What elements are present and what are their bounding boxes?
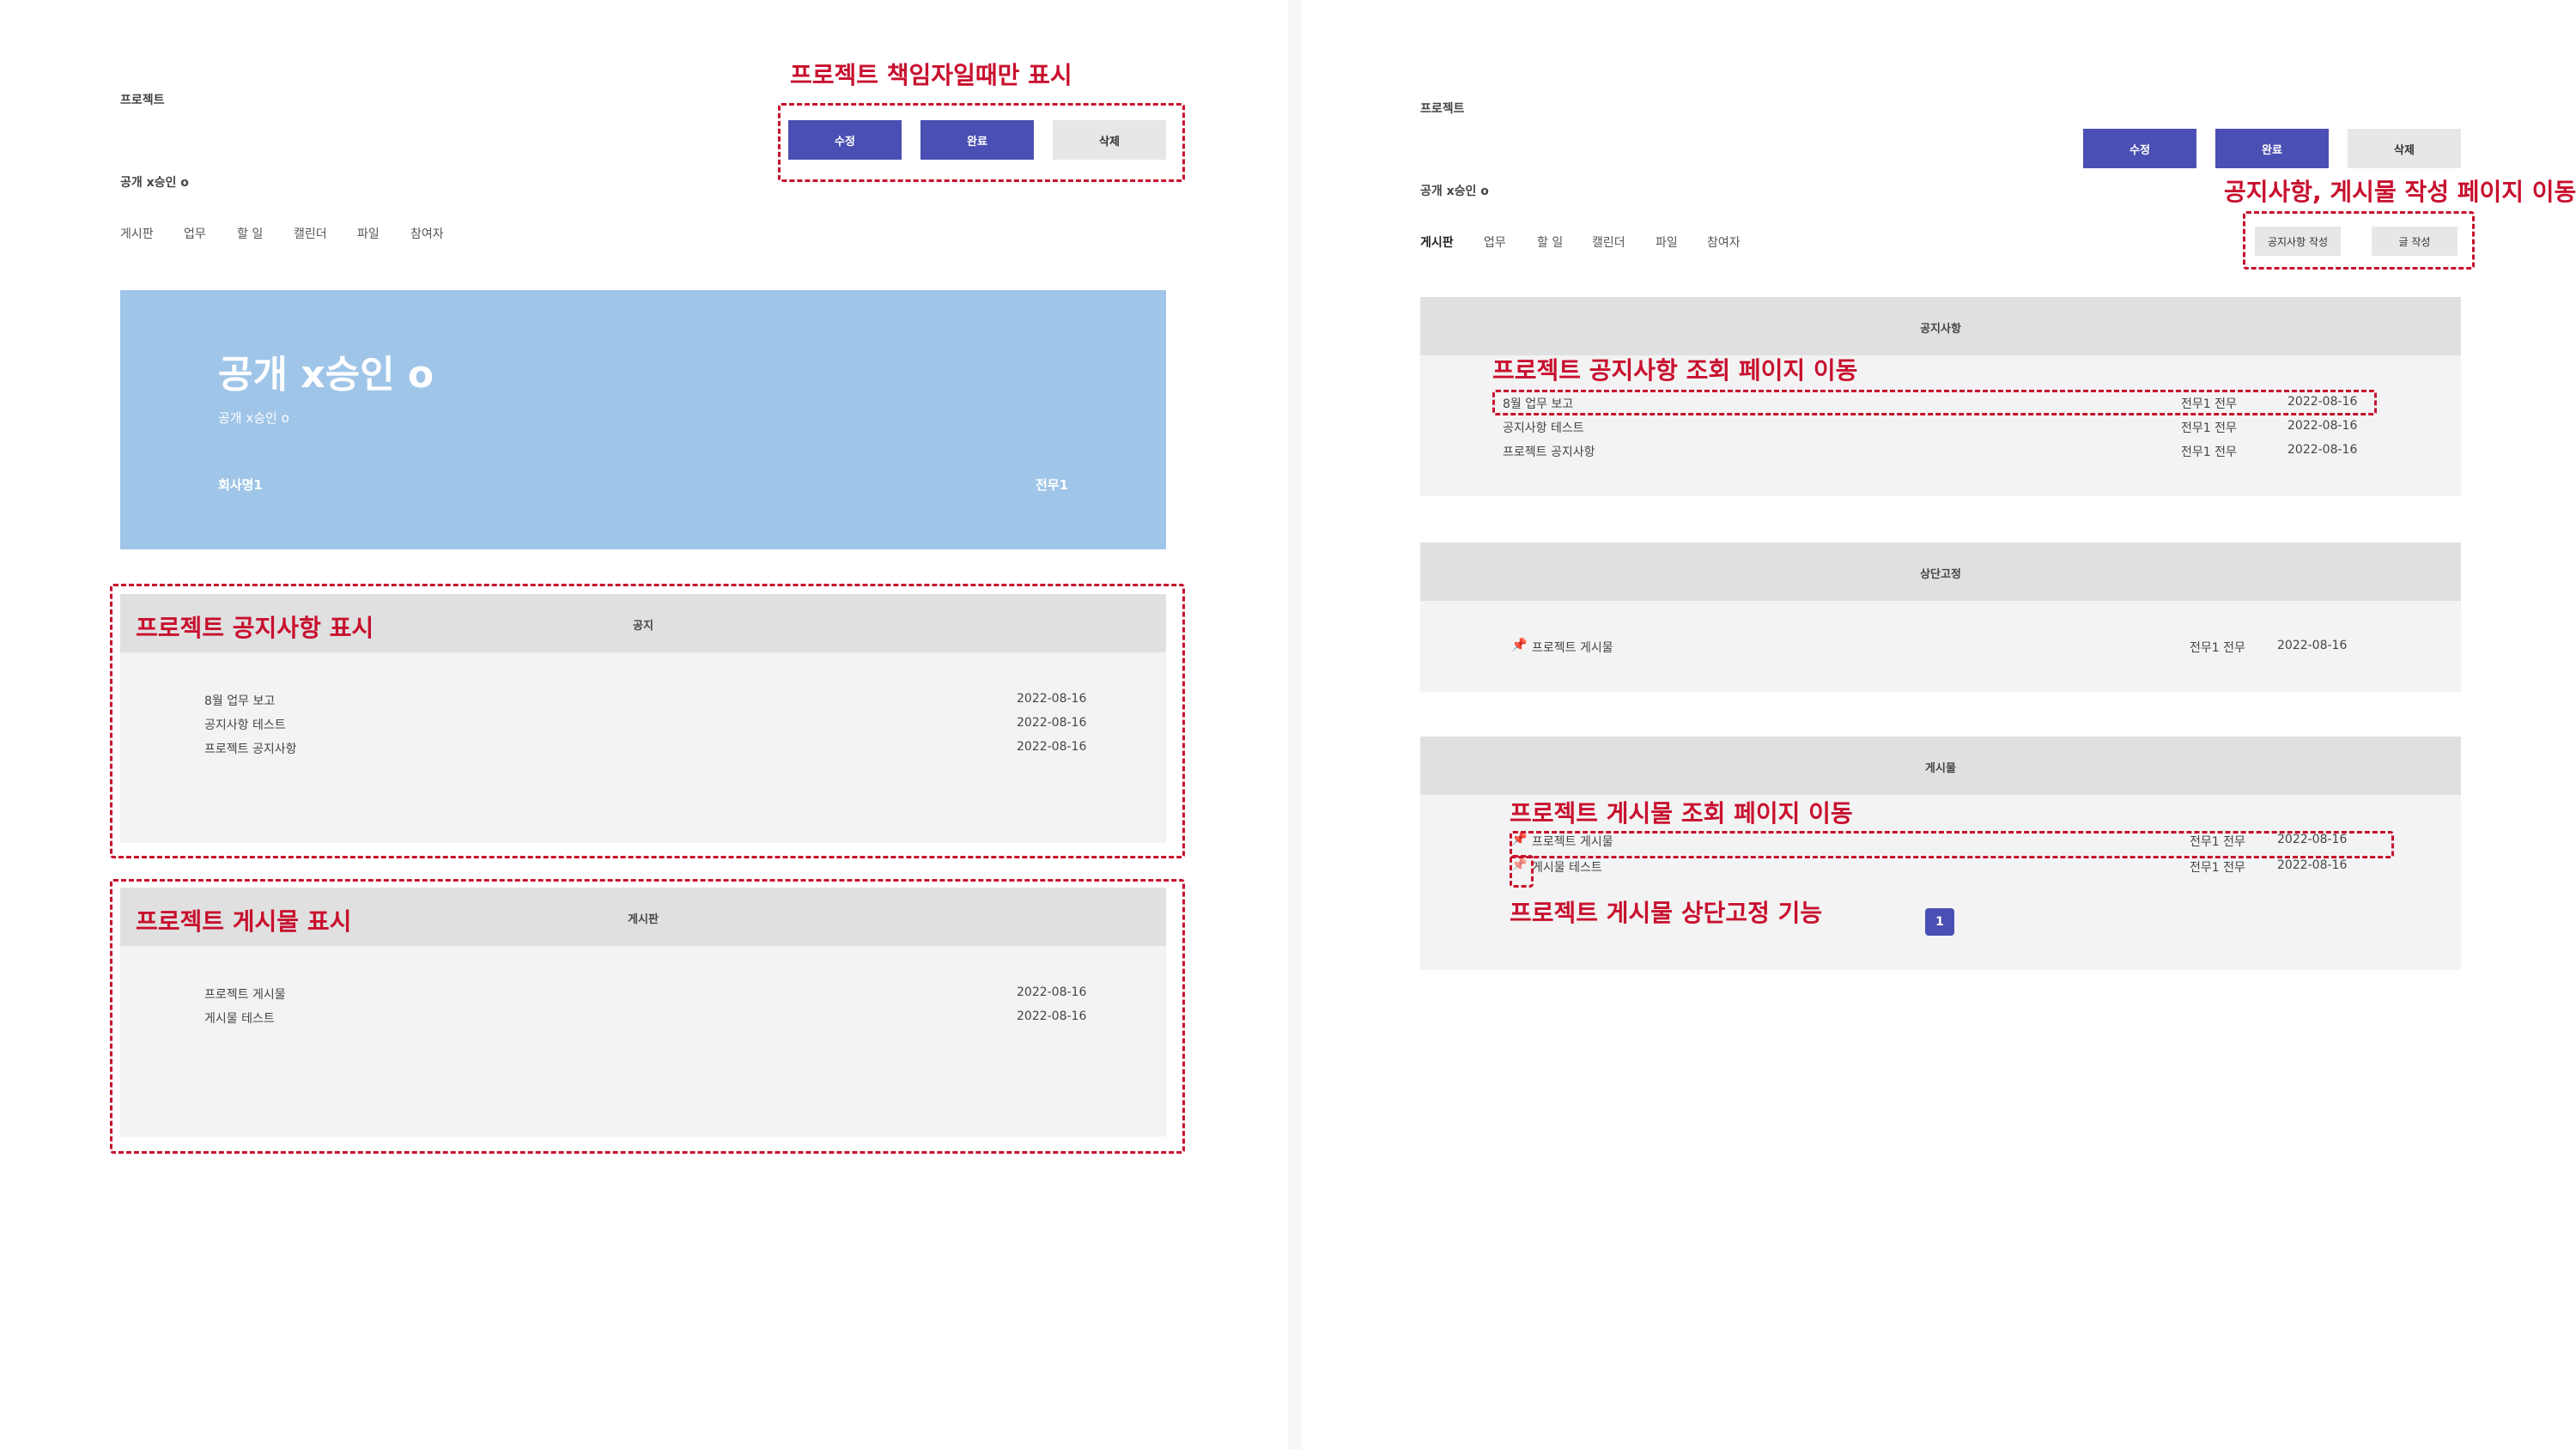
annotation-pin-feature: 프로젝트 게시물 상단고정 기능 (1510, 899, 1823, 927)
tab-participants[interactable]: 참여자 (1707, 233, 1741, 251)
pushpin-icon[interactable]: 📌 (1511, 857, 1528, 872)
edit-button[interactable]: 수정 (2083, 129, 2196, 168)
complete-button[interactable]: 완료 (920, 120, 1034, 160)
post-row-title[interactable]: 게시물 테스트 (1532, 858, 1602, 876)
notice-row-date: 2022-08-16 (1017, 740, 1087, 754)
notice-row-title[interactable]: 프로젝트 공지사항 (204, 740, 297, 757)
tab-calendar[interactable]: 캘린더 (1592, 233, 1625, 251)
project-name: 공개 x승인 o (120, 176, 189, 190)
board-row-title[interactable]: 게시물 테스트 (204, 1009, 275, 1027)
tab-board[interactable]: 게시판 (120, 225, 154, 242)
notice-section-title: 공지사항 (1920, 323, 1961, 336)
post-row-date: 2022-08-16 (2277, 858, 2348, 872)
post-row-author: 전무1 전무 (2190, 835, 2245, 849)
project-hero-banner: 공개 x승인 o 공개 x승인 o 회사명1 전무1 (120, 290, 1166, 549)
hero-role: 전무1 (1036, 477, 1069, 493)
pinned-section-title: 상단고정 (1920, 568, 1961, 581)
notice-row-title[interactable]: 공지사항 테스트 (204, 716, 286, 733)
pushpin-icon[interactable]: 📌 (1511, 637, 1528, 652)
annotation-notice-display: 프로젝트 공지사항 표시 (136, 614, 374, 642)
write-notice-button[interactable]: 공지사항 작성 (2255, 227, 2341, 256)
breadcrumb: 프로젝트 (1420, 102, 1465, 116)
pinned-section-header: 상단고정 (1420, 543, 2461, 601)
annotation-notice-view: 프로젝트 공지사항 조회 페이지 이동 (1492, 356, 1858, 385)
tab-participants[interactable]: 참여자 (410, 225, 444, 242)
notice-row-date: 2022-08-16 (2287, 395, 2358, 409)
notice-row-author: 전무1 전무 (2181, 397, 2237, 411)
tab-files[interactable]: 파일 (1656, 233, 1678, 251)
hero-company: 회사명1 (218, 477, 263, 493)
breadcrumb: 프로젝트 (120, 94, 165, 107)
panel-divider (1288, 0, 1302, 1449)
pushpin-icon[interactable]: 📌 (1511, 831, 1528, 846)
complete-button[interactable]: 완료 (2215, 129, 2329, 168)
hero-title: 공개 x승인 o (218, 353, 434, 397)
hero-subtitle: 공개 x승인 o (218, 410, 289, 426)
annotation-write-pages: 공지사항, 게시물 작성 페이지 이동 (2224, 178, 2576, 206)
posts-section-header: 게시물 (1420, 737, 2461, 795)
tab-todo[interactable]: 할 일 (237, 225, 263, 242)
post-row-title[interactable]: 프로젝트 게시물 (1532, 833, 1613, 850)
board-section-title: 게시판 (628, 913, 659, 926)
board-row-title[interactable]: 프로젝트 게시물 (204, 985, 286, 1003)
notice-row-author: 전무1 전무 (2181, 421, 2237, 435)
notice-section-title: 공지 (633, 620, 653, 633)
tab-todo[interactable]: 할 일 (1537, 233, 1563, 251)
notice-row-date: 2022-08-16 (2287, 443, 2358, 457)
edit-button[interactable]: 수정 (788, 120, 902, 160)
tab-board[interactable]: 게시판 (1420, 233, 1454, 251)
pinned-row-date: 2022-08-16 (2277, 639, 2348, 652)
notice-row-title[interactable]: 8월 업무 보고 (204, 692, 275, 709)
pagination-page-button[interactable]: 1 (1925, 908, 1954, 936)
notice-section-header: 공지사항 (1420, 297, 2461, 355)
posts-section: 게시물 📌 프로젝트 게시물 전무1 전무 2022-08-16 📌 게시물 테… (1420, 737, 2461, 970)
tab-tasks[interactable]: 업무 (184, 225, 206, 242)
pinned-section: 상단고정 📌 프로젝트 게시물 전무1 전무 2022-08-16 (1420, 543, 2461, 692)
notice-row-date: 2022-08-16 (1017, 692, 1087, 706)
project-name: 공개 x승인 o (1420, 185, 1489, 198)
board-row-date: 2022-08-16 (1017, 1009, 1087, 1023)
annotation-board-display: 프로젝트 게시물 표시 (136, 907, 352, 936)
pinned-row-title[interactable]: 프로젝트 게시물 (1532, 639, 1613, 656)
write-post-button[interactable]: 글 작성 (2372, 227, 2458, 256)
notice-row-date: 2022-08-16 (1017, 716, 1087, 730)
left-mockup: 프로젝트 공개 x승인 o 수정 완료 삭제 게시판 업무 할 일 캘린더 파일… (0, 0, 1288, 1449)
annotation-post-view: 프로젝트 게시물 조회 페이지 이동 (1510, 799, 1853, 828)
posts-section-title: 게시물 (1925, 762, 1956, 775)
notice-row-author: 전무1 전무 (2181, 446, 2237, 459)
notice-row-title[interactable]: 공지사항 테스트 (1503, 419, 1584, 436)
pinned-row-author: 전무1 전무 (2190, 641, 2245, 655)
board-row-date: 2022-08-16 (1017, 985, 1087, 999)
annotation-owner-only: 프로젝트 책임자일때만 표시 (790, 61, 1072, 89)
notice-row-title[interactable]: 8월 업무 보고 (1503, 395, 1573, 412)
tab-tasks[interactable]: 업무 (1484, 233, 1506, 251)
right-mockup: 프로젝트 공개 x승인 o 수정 완료 삭제 게시판 업무 할 일 캘린더 파일… (1302, 0, 2576, 1449)
notice-row-title[interactable]: 프로젝트 공지사항 (1503, 443, 1595, 460)
post-row-date: 2022-08-16 (2277, 833, 2348, 846)
tab-files[interactable]: 파일 (357, 225, 380, 242)
delete-button[interactable]: 삭제 (1053, 120, 1166, 160)
notice-row-date: 2022-08-16 (2287, 419, 2358, 433)
delete-button[interactable]: 삭제 (2348, 129, 2461, 168)
tab-calendar[interactable]: 캘린더 (294, 225, 327, 242)
post-row-author: 전무1 전무 (2190, 861, 2245, 875)
notice-section: 공지사항 8월 업무 보고 전무1 전무 2022-08-16 공지사항 테스트… (1420, 297, 2461, 496)
